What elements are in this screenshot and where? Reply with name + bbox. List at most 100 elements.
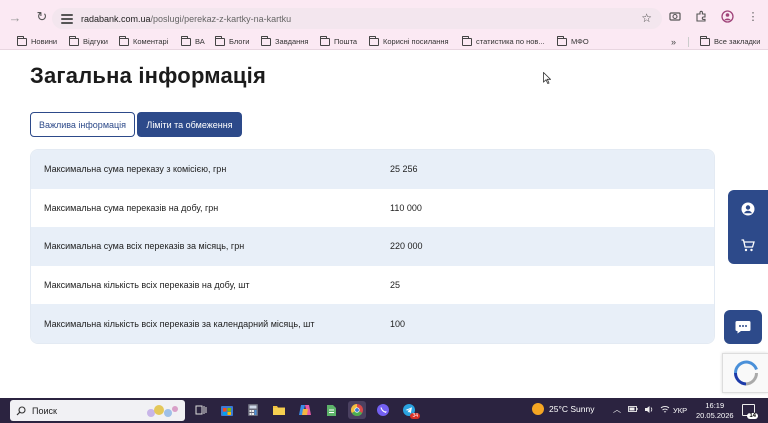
row-value: 110 000	[390, 202, 422, 213]
recaptcha-badge[interactable]	[722, 353, 768, 393]
folder-icon	[17, 35, 27, 46]
bookmark-item[interactable]: Відгуки	[69, 35, 109, 46]
telegram-icon[interactable]: 34	[400, 401, 420, 419]
profile-icon[interactable]	[720, 9, 734, 23]
bookmark-label: Все закладки	[714, 37, 761, 46]
bookmark-item[interactable]: Пошта	[320, 35, 358, 46]
copilot-icon[interactable]	[296, 401, 314, 419]
bookmark-label: Блоги	[229, 37, 250, 46]
table-row: Максимальна сума переказів на добу, грн 1…	[31, 188, 714, 228]
bookmark-item[interactable]: Блоги	[215, 35, 250, 46]
clock-date: 20.05.2026	[696, 411, 734, 420]
chat-button[interactable]	[724, 310, 762, 344]
side-action-panel	[728, 190, 768, 264]
file-explorer-icon[interactable]	[270, 401, 288, 419]
bookmark-item[interactable]: Корисні посилання	[369, 35, 449, 46]
folder-icon	[462, 35, 472, 46]
url-path: /poslugi/perekaz-z-kartky-na-kartku	[150, 13, 292, 24]
bookmark-label: МФО	[571, 37, 589, 46]
row-label: Максимальна сума переказу з комісією, гр…	[44, 164, 227, 175]
notes-app-icon[interactable]	[322, 401, 340, 419]
bookmarks-overflow-button[interactable]: »	[671, 37, 676, 47]
table-row: Максимальна кількість всіх переказів за …	[31, 304, 714, 343]
clock-time: 16:19	[705, 401, 725, 410]
chevron-up-icon[interactable]: ︿	[612, 405, 622, 415]
page-content: Загальна інформація Важлива інформація Л…	[0, 51, 768, 398]
volume-icon[interactable]	[644, 405, 654, 415]
bookmark-item[interactable]: МФО	[557, 35, 589, 46]
url-text[interactable]: radabank.com.ua/poslugi/perekaz-z-kartky…	[81, 14, 291, 24]
camera-icon[interactable]	[668, 9, 682, 23]
extensions-icon[interactable]	[694, 9, 708, 23]
calculator-icon[interactable]	[244, 401, 262, 419]
row-value: 220 000	[390, 241, 423, 252]
address-bar[interactable]: radabank.com.ua/poslugi/perekaz-z-kartky…	[52, 8, 662, 29]
telegram-badge: 34	[410, 413, 420, 419]
folder-icon	[261, 35, 271, 46]
row-value: 25	[390, 280, 401, 291]
network-icon[interactable]	[660, 405, 670, 415]
bookmark-label: Новини	[31, 37, 58, 46]
limits-table: Максимальна сума переказу з комісією, гр…	[30, 149, 715, 344]
folder-icon	[181, 35, 191, 46]
mouse-cursor-icon	[543, 72, 551, 84]
table-row: Максимальна сума переказу з комісією, гр…	[31, 150, 714, 189]
row-label: Максимальна сума переказів на добу, грн	[44, 202, 219, 213]
bookmark-label: ВА	[195, 37, 205, 46]
browser-toolbar: → ↻ radabank.com.ua/poslugi/perekaz-z-ka…	[0, 0, 768, 34]
weather-widget[interactable]: 25°C Sunny	[532, 403, 594, 415]
bookmark-item[interactable]: Завдання	[261, 35, 309, 46]
weather-text: 25°C Sunny	[549, 404, 595, 414]
folder-icon	[557, 35, 567, 46]
notifications-icon[interactable]: 14	[742, 404, 758, 419]
row-value: 25 256	[390, 164, 418, 175]
tab-limits[interactable]: Ліміти та обмеження	[137, 112, 242, 137]
folder-icon	[119, 35, 129, 46]
bookmark-label: Коментарі	[133, 37, 169, 46]
bookmark-label: Пошта	[334, 37, 358, 46]
chat-bubble-icon	[735, 321, 751, 334]
bookmark-label: Завдання	[275, 37, 309, 46]
search-icon	[16, 405, 26, 415]
forward-button[interactable]: →	[5, 7, 25, 27]
table-row: Максимальна сума всіх переказів за місяц…	[31, 227, 714, 266]
bookmark-label: Відгуки	[83, 37, 109, 46]
page-title: Загальна інформація	[30, 63, 266, 88]
recaptcha-icon	[733, 360, 758, 386]
search-highlight-image	[147, 405, 178, 417]
bookmark-label: Корисні посилання	[383, 37, 449, 46]
viber-icon[interactable]	[374, 401, 392, 419]
url-host: radabank.com.ua	[81, 13, 151, 24]
table-row: Максимальна кількість всіх переказів на …	[31, 265, 714, 305]
battery-icon[interactable]	[628, 405, 638, 415]
site-info-icon[interactable]	[61, 13, 73, 24]
bookmark-item[interactable]: ВА	[181, 35, 205, 46]
folder-icon	[700, 35, 710, 46]
all-bookmarks-button[interactable]: Все закладки	[700, 35, 761, 46]
system-tray: ︿	[612, 405, 670, 415]
folder-icon	[215, 35, 225, 46]
reload-button[interactable]: ↻	[32, 7, 52, 27]
bookmark-item[interactable]: Новини	[17, 35, 58, 46]
store-icon[interactable]	[218, 401, 236, 419]
search-label: Поиск	[32, 405, 57, 416]
folder-icon	[69, 35, 79, 46]
cart-icon[interactable]	[740, 237, 756, 253]
chrome-icon[interactable]	[348, 401, 366, 419]
folder-icon	[320, 35, 330, 46]
task-view-icon[interactable]	[192, 401, 210, 419]
row-value: 100	[390, 318, 406, 329]
taskbar: Поиск 34 25°C Sunny ︿ УКР 16:19 20.05.20…	[0, 398, 768, 423]
bookmark-item[interactable]: Коментарі	[119, 35, 169, 46]
user-account-icon[interactable]	[740, 201, 756, 217]
taskbar-search[interactable]: Поиск	[10, 400, 185, 421]
tab-important-info[interactable]: Важлива інформація	[30, 112, 135, 137]
language-indicator[interactable]: УКР	[673, 406, 687, 415]
bookmark-item[interactable]: статистика по нов...	[462, 35, 545, 46]
menu-kebab-icon[interactable]: ⋮	[746, 9, 760, 23]
row-label: Максимальна сума всіх переказів за місяц…	[44, 241, 245, 252]
bookmark-star-icon[interactable]: ☆	[641, 11, 652, 25]
sun-icon	[532, 403, 544, 415]
taskbar-apps: 34	[192, 401, 420, 419]
clock[interactable]: 16:19 20.05.2026	[696, 401, 734, 421]
